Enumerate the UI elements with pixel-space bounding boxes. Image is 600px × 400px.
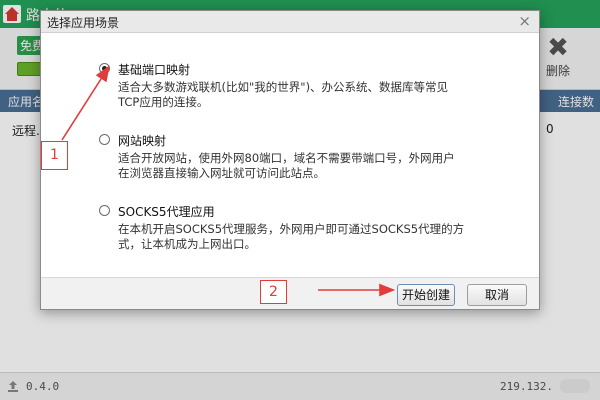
annotation-step-2: 2	[260, 280, 287, 304]
annotation-step-1: 1	[41, 141, 68, 170]
annotation-arrow-1	[61, 65, 110, 141]
annotation-arrows	[61, 65, 396, 297]
